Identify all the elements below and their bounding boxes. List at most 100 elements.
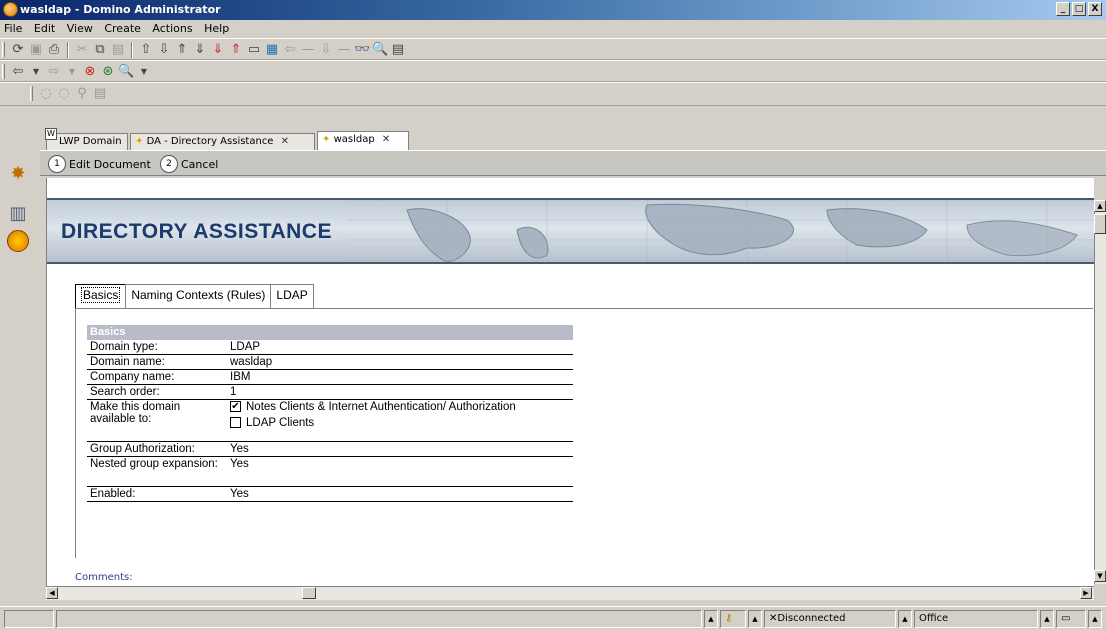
address-book-icon[interactable]: ▥ [4, 200, 32, 228]
tab-label: wasldap [333, 134, 375, 145]
menu-edit[interactable]: Edit [30, 20, 59, 35]
contact-icon[interactable]: ⚲ [74, 86, 90, 102]
nested-group-value: Yes [230, 458, 249, 470]
previous-icon[interactable]: ⇑ [174, 42, 190, 58]
cancel-button[interactable]: 2 Cancel [160, 154, 218, 174]
cut-icon[interactable]: ✂ [74, 42, 90, 58]
notes-clients-checkbox[interactable]: ✔ [230, 401, 241, 413]
inbox-icon[interactable]: ▭ [1056, 610, 1086, 628]
back-icon[interactable]: ⇦ [10, 64, 26, 80]
expand-all-icon[interactable]: ⇧ [138, 42, 154, 58]
list-icon[interactable]: ▤ [92, 86, 108, 102]
folder-icon[interactable]: ▭ [246, 42, 262, 58]
previous-unread-icon[interactable]: ⇓ [210, 42, 226, 58]
toolbar-grip[interactable] [2, 64, 5, 79]
location-status[interactable]: Office [914, 610, 1038, 628]
menu-file[interactable]: File [0, 20, 26, 35]
forward-dropdown-icon[interactable]: ▼ [64, 64, 80, 80]
directory-assistance-icon: ✦ [135, 136, 144, 147]
next-unread-icon[interactable]: ⇑ [228, 42, 244, 58]
table-row: Search order: 1 [87, 385, 573, 400]
connection-status[interactable]: ✕Disconnected [764, 610, 896, 628]
tab-naming-contexts[interactable]: Naming Contexts (Rules) [125, 284, 272, 308]
previous-main-icon[interactable]: ⇦ [282, 42, 298, 58]
field-label: Nested group expansion: [90, 458, 218, 470]
horizontal-scrollbar[interactable]: ◀ ▶ [46, 586, 1094, 600]
edit-document-icon: 1 [48, 155, 66, 173]
print-icon[interactable]: ⎙ [46, 42, 62, 58]
tab-wasldap[interactable]: ✦ wasldap ✕ [317, 131, 409, 150]
minimize-button[interactable]: _ [1056, 2, 1070, 16]
domain-name-value: wasldap [230, 356, 273, 368]
close-tab-icon[interactable]: ✕ [382, 134, 390, 145]
ldap-clients-option[interactable]: LDAP Clients [230, 417, 570, 429]
available-to-options: ✔ Notes Clients & Internet Authentication… [227, 400, 573, 441]
key-icon[interactable]: ⚷ [720, 610, 746, 628]
collapse-all-icon[interactable]: ⇩ [156, 42, 172, 58]
directory-assistance-banner: DIRECTORY ASSISTANCE [47, 198, 1094, 264]
save-icon[interactable]: ▣ [28, 42, 44, 58]
tab-ldap[interactable]: LDAP [270, 284, 314, 308]
status-up-arrow-icon[interactable]: ▲ [704, 610, 718, 628]
close-button[interactable]: X [1088, 2, 1102, 16]
menu-view[interactable]: View [63, 20, 97, 35]
maximize-button[interactable]: □ [1072, 2, 1086, 16]
menu-help[interactable]: Help [200, 20, 233, 35]
field-label: Make this domain available to: [90, 401, 181, 425]
menu-actions[interactable]: Actions [148, 20, 196, 35]
enabled-value: Yes [230, 488, 249, 500]
replicator-icon[interactable] [4, 230, 32, 258]
back-dropdown-icon[interactable]: ▼ [28, 64, 44, 80]
field-label: Group Authorization: [90, 443, 195, 455]
workspace-icon[interactable]: ✸ [4, 160, 32, 188]
status-up-arrow-icon[interactable]: ▲ [1088, 610, 1102, 628]
document-pane: DIRECTORY ASSISTANCE Basics Naming Conte… [46, 178, 1094, 586]
tab-basics[interactable]: Basics [75, 284, 127, 308]
refresh-icon[interactable]: ⟳ [10, 42, 26, 58]
next-main-icon[interactable]: ⇩ [318, 42, 334, 58]
binoculars-icon[interactable]: 👓 [354, 42, 370, 58]
table-row: Group Authorization: Yes [87, 442, 573, 457]
horizontal-scroll-thumb[interactable] [302, 587, 316, 599]
menu-bar: File Edit View Create Actions Help [0, 20, 1106, 38]
scroll-down-arrow-icon[interactable]: ▼ [1094, 570, 1106, 582]
toolbar-grip[interactable] [2, 42, 5, 57]
notes-clients-option[interactable]: ✔ Notes Clients & Internet Authentication… [230, 401, 570, 413]
form-tab-bar: Basics Naming Contexts (Rules) LDAP [75, 284, 314, 308]
paste-icon[interactable]: ▤ [110, 42, 126, 58]
search-icon[interactable]: 🔍 [118, 64, 134, 80]
table-row: Make this domain available to: ✔ Notes Cl… [87, 400, 573, 442]
edit-document-button[interactable]: 1 Edit Document [48, 154, 151, 174]
search-icon[interactable]: 🔍 [372, 42, 388, 58]
tab-directory-assistance[interactable]: ✦ DA - Directory Assistance ✕ [130, 133, 315, 150]
next-icon[interactable]: ⇓ [192, 42, 208, 58]
status-bar: ▲ ⚷ ▲ ✕Disconnected ▲ Office ▲ ▭ ▲ [0, 606, 1106, 630]
chat-icon[interactable]: ◌ [38, 86, 54, 102]
close-tab-icon[interactable]: ✕ [281, 136, 289, 147]
status-up-arrow-icon[interactable]: ▲ [748, 610, 762, 628]
toolbar-separator [67, 42, 69, 58]
domain-icon: W [45, 128, 57, 140]
scroll-up-arrow-icon[interactable]: ▲ [1094, 200, 1106, 212]
vertical-scroll-thumb[interactable] [1094, 214, 1106, 234]
forward-icon[interactable]: ⇨ [46, 64, 62, 80]
scroll-left-arrow-icon[interactable]: ◀ [46, 587, 58, 599]
minus-icon[interactable]: — [300, 42, 316, 58]
menu-create[interactable]: Create [100, 20, 145, 35]
dash-icon[interactable]: — [336, 42, 352, 58]
copy-icon[interactable]: ⧉ [92, 42, 108, 58]
tab-lwp-domain[interactable]: W LWP Domain [45, 128, 128, 150]
status-up-arrow-icon[interactable]: ▲ [1040, 610, 1054, 628]
search-dropdown-icon[interactable]: ▼ [136, 64, 152, 80]
stop-icon[interactable]: ⊗ [82, 64, 98, 80]
ldap-clients-checkbox[interactable] [230, 417, 241, 429]
properties-icon[interactable]: ▤ [390, 42, 406, 58]
status-up-arrow-icon[interactable]: ▲ [898, 610, 912, 628]
navigate-icon[interactable]: ▦ [264, 42, 280, 58]
vertical-scrollbar[interactable]: ▲ ▼ [1094, 200, 1106, 584]
toolbar-grip[interactable] [30, 86, 33, 101]
reload-icon[interactable]: ⊛ [100, 64, 116, 80]
domain-type-value: LDAP [230, 341, 261, 353]
scroll-right-arrow-icon[interactable]: ▶ [1080, 587, 1092, 599]
chat-group-icon[interactable]: ◌ [56, 86, 72, 102]
